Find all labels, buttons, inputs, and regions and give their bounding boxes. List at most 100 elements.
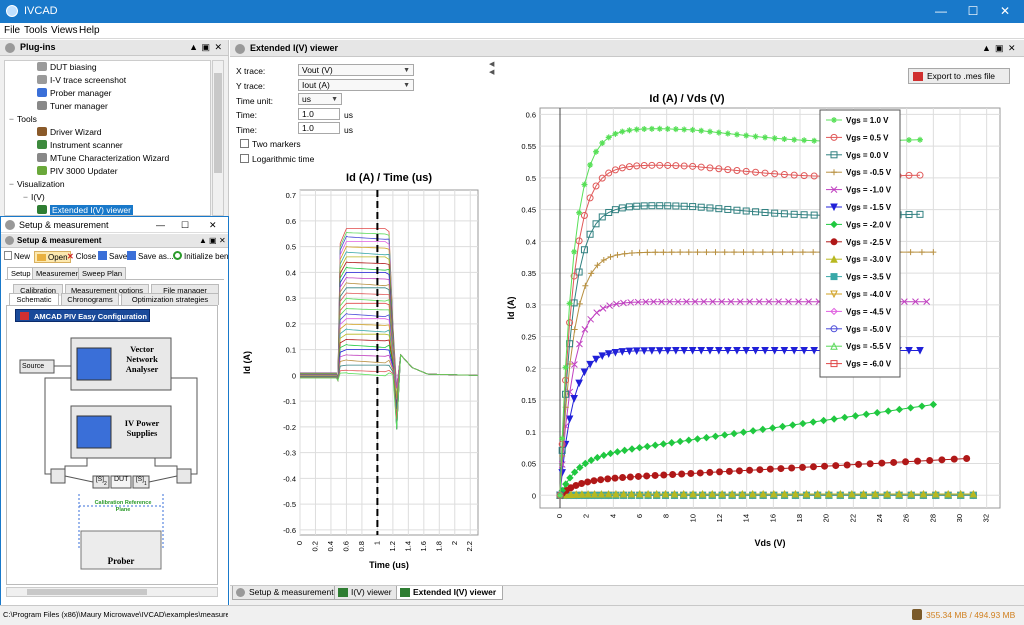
chart2-legend-label: Vgs = -5.5 V [846, 342, 892, 351]
bottom-tab-extended-iv-viewer[interactable]: Extended I(V) viewer [396, 586, 504, 600]
plugins-tree: DUT biasing I-V trace screenshot Prober ma… [4, 60, 211, 216]
chart2-point [830, 273, 838, 281]
tree-scroll-thumb[interactable] [214, 73, 222, 173]
collapse-arrows-icon[interactable]: ◀ ◀ [489, 61, 494, 77]
chart2-point [950, 455, 958, 463]
tree-item[interactable]: I-V trace screenshot [5, 74, 210, 87]
setup-close-button[interactable]: ✕ [209, 217, 217, 233]
chart2-legend-label: Vgs = 1.0 V [846, 116, 889, 125]
panel-close-icon[interactable]: ✕ [214, 40, 222, 55]
y-trace-select[interactable]: Iout (A) ▼ [298, 79, 414, 91]
tree-item[interactable]: PIV 3000 Updater [5, 165, 210, 178]
x-trace-select[interactable]: Vout (V) ▼ [298, 64, 414, 76]
open-button[interactable]: Open [34, 251, 71, 263]
tree-item[interactable]: Driver Wizard [5, 126, 210, 139]
time2-input[interactable]: 1.0 [298, 122, 340, 134]
vna-screen-icon [76, 347, 112, 381]
save-as-button[interactable]: Save as... [127, 251, 174, 263]
pin-icon[interactable]: ▲ [982, 40, 991, 57]
chart1-xtick-label: 1.4 [403, 541, 412, 551]
gear-icon [236, 588, 245, 597]
collapse-toggle-icon[interactable]: − [9, 178, 17, 191]
chart1-ytick-label: 0.7 [286, 191, 296, 200]
panel-close-icon[interactable]: ✕ [1008, 40, 1016, 57]
menu-bar: File Tools Views Help [0, 23, 1024, 39]
chart2-point [619, 474, 627, 482]
chart2-point [914, 457, 922, 465]
save-button[interactable]: Save [98, 251, 127, 263]
wand-icon [37, 127, 47, 136]
tree-item[interactable]: − I(V) [5, 191, 210, 204]
cal-ref-plane-label: Plane [115, 507, 131, 513]
tree-item-label: Extended I(V) viewer [50, 205, 133, 215]
chart2-ytick-label: 0.4 [526, 237, 536, 246]
tree-item[interactable]: − Visualization [5, 178, 210, 191]
tree-item[interactable]: − Tools [5, 113, 210, 126]
tree-item[interactable]: MTune Characterization Wizard [5, 152, 210, 165]
export-mes-button[interactable]: Export to .mes file [908, 68, 1010, 84]
bottom-tab-iv-viewer[interactable]: I(V) viewer [334, 586, 399, 600]
restore-icon[interactable]: ▣ [995, 40, 1004, 57]
menu-views[interactable]: Views [51, 25, 78, 36]
tab-sweep-plan[interactable]: Sweep Plan [78, 267, 127, 279]
subtab-schematic[interactable]: Schematic [9, 293, 59, 305]
tree-item-label: Prober manager [50, 88, 112, 98]
tree-item[interactable]: Prober manager [5, 87, 210, 100]
tree-item[interactable]: Instrument scanner [5, 139, 210, 152]
menu-help[interactable]: Help [79, 25, 100, 36]
memory-icon [912, 609, 922, 620]
tree-scrollbar[interactable] [212, 60, 224, 216]
two-markers-label: Two markers [252, 139, 301, 149]
tree-item-label: MTune Characterization Wizard [50, 153, 170, 163]
chart2-point [687, 469, 695, 477]
bottom-tab-setup[interactable]: Setup & measurement [232, 586, 341, 600]
chart1-ytick-label: 0.5 [286, 243, 296, 252]
setup-minimize-button[interactable]: — [156, 217, 165, 233]
chart2-ytick-label: 0.45 [521, 206, 536, 215]
panel-close-icon[interactable]: ✕ [219, 234, 226, 248]
collapse-toggle-icon[interactable]: − [23, 191, 31, 204]
chart2-point [830, 238, 838, 246]
subtab-optimization-strategies[interactable]: Optimization strategies [121, 293, 219, 305]
pin-icon[interactable]: ▲ [199, 234, 207, 248]
tree-item[interactable]: DUT biasing [5, 61, 210, 74]
restore-icon[interactable]: ▣ [209, 234, 217, 248]
tree-item-label: Tuner manager [50, 101, 108, 111]
initialize-bench-button[interactable]: Initialize bench [173, 251, 228, 263]
viewer-icon [37, 205, 47, 214]
close-button[interactable]: ✕ [982, 0, 1024, 23]
collapse-toggle-icon[interactable]: − [9, 113, 17, 126]
tab-setup[interactable]: Setup [7, 267, 35, 279]
chart2-point [756, 466, 764, 474]
schematic-area: AMCAD PIV Easy Configuration Vector Netw… [6, 305, 218, 585]
chart2-legend-label: Vgs = 0.0 V [846, 151, 889, 160]
chart2-plot-area [539, 107, 1001, 509]
time-unit-select[interactable]: us ▼ [298, 93, 342, 105]
restore-icon[interactable]: ▣ [201, 40, 210, 55]
chart1-ytick-label: -0.1 [283, 397, 296, 406]
chart2-legend-label: Vgs = -0.5 V [846, 168, 892, 177]
chart1-ytick-label: -0.3 [283, 449, 296, 458]
setup-panel-title: Setup & measurement [17, 236, 102, 245]
log-time-checkbox[interactable] [240, 154, 249, 163]
chart2-point [678, 470, 686, 478]
s-sub-left: 2 [104, 481, 107, 487]
tree-item-label: Instrument scanner [50, 140, 123, 150]
amcad-banner[interactable]: AMCAD PIV Easy Configuration [15, 309, 150, 322]
close-file-button[interactable]: ✕ Close [67, 251, 96, 263]
new-button[interactable]: New [4, 251, 30, 263]
pin-icon[interactable]: ▲ [189, 40, 198, 55]
tree-item[interactable]: Tuner manager [5, 100, 210, 113]
two-markers-checkbox[interactable] [240, 139, 249, 148]
menu-file[interactable]: File [4, 25, 20, 36]
schematic-hscrollbar[interactable] [6, 587, 218, 597]
menu-tools[interactable]: Tools [24, 25, 47, 36]
subtab-chronograms[interactable]: Chronograms [61, 293, 119, 305]
hscroll-thumb[interactable] [27, 589, 147, 595]
plugins-panel-header: Plug-ins ▲ ▣ ✕ [0, 40, 228, 56]
chart2-xtick-label: 10 [688, 514, 697, 522]
chart2-point [669, 470, 677, 478]
chart2-xtick-label: 4 [608, 514, 617, 518]
time1-input[interactable]: 1.0 [298, 108, 340, 120]
setup-maximize-button[interactable]: ☐ [181, 217, 189, 233]
